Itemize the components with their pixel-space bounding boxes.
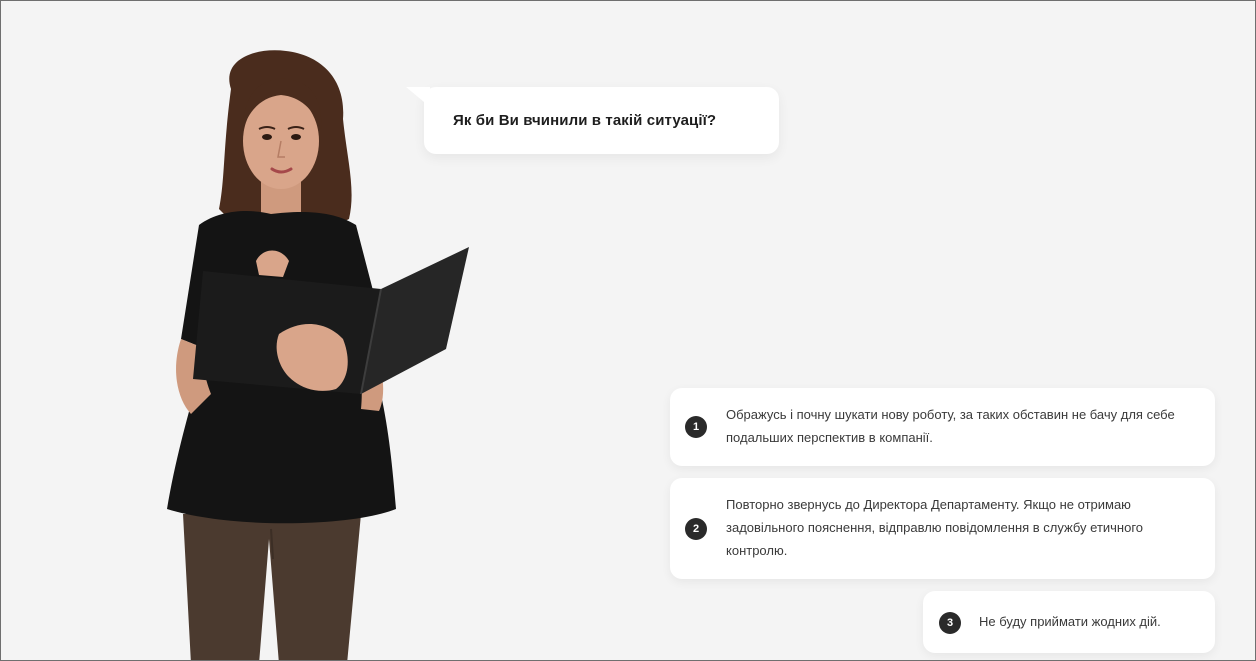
question-text: Як би Ви вчинили в такій ситуації? (453, 112, 717, 129)
answer-option-1[interactable]: 1 Ображусь і почну шукати нову роботу, з… (670, 388, 1215, 466)
question-speech-bubble: Як би Ви вчинили в такій ситуації? (406, 87, 779, 154)
answer-text: Не буду приймати жодних дій. (979, 614, 1161, 629)
answer-text: Ображусь і почну шукати нову роботу, за … (726, 407, 1175, 445)
answer-number-badge: 1 (685, 416, 707, 438)
scenario-screen: Як би Ви вчинили в такій ситуації? 1 Обр… (0, 0, 1256, 661)
answer-number-badge: 2 (685, 518, 707, 540)
answer-option-2[interactable]: 2 Повторно звернусь до Директора Департа… (670, 478, 1215, 579)
answer-option-3[interactable]: 3 Не буду приймати жодних дій. (923, 591, 1215, 653)
answer-text: Повторно звернусь до Директора Департаме… (726, 497, 1144, 558)
answer-number-badge: 3 (939, 612, 961, 634)
